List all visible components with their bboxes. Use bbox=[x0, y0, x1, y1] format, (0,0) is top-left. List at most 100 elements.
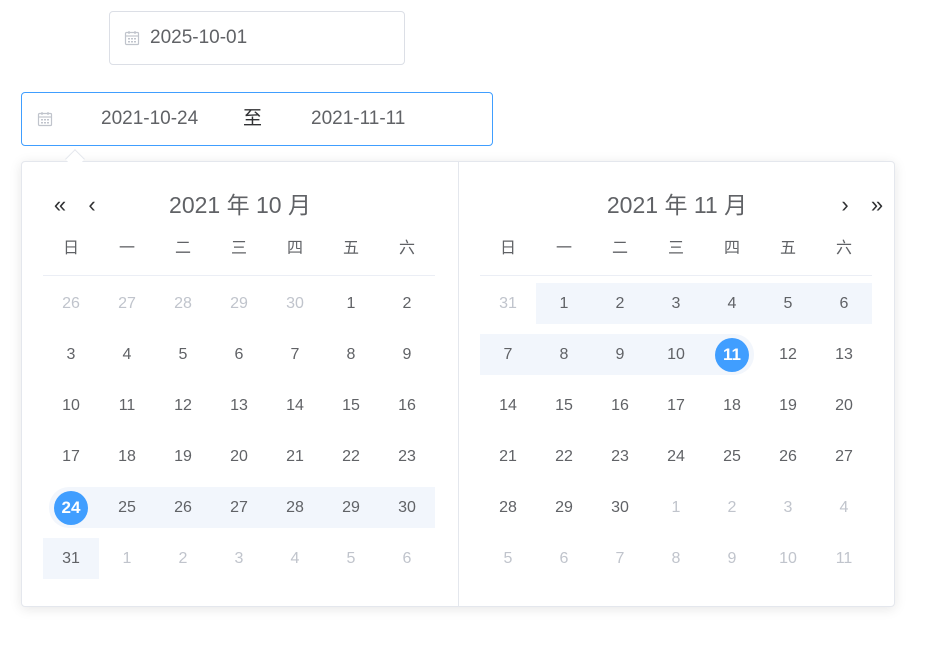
date-cell[interactable]: 14 bbox=[267, 380, 323, 431]
date-cell[interactable]: 1 bbox=[648, 482, 704, 533]
date-cell[interactable]: 31 bbox=[480, 278, 536, 329]
date-cell[interactable]: 14 bbox=[480, 380, 536, 431]
date-cell[interactable]: 21 bbox=[267, 431, 323, 482]
date-cell[interactable]: 8 bbox=[648, 533, 704, 584]
date-cell[interactable]: 22 bbox=[323, 431, 379, 482]
date-cell[interactable]: 5 bbox=[155, 329, 211, 380]
date-cell[interactable]: 15 bbox=[323, 380, 379, 431]
date-number: 2 bbox=[727, 498, 737, 516]
date-cell[interactable]: 26 bbox=[155, 482, 211, 533]
date-cell[interactable]: 26 bbox=[760, 431, 816, 482]
date-cell[interactable]: 21 bbox=[480, 431, 536, 482]
date-cell[interactable]: 4 bbox=[267, 533, 323, 584]
date-cell[interactable]: 1 bbox=[99, 533, 155, 584]
range-start-input[interactable]: 2021-10-24 bbox=[101, 93, 198, 145]
date-range-input[interactable]: 2021-10-24 至 2021-11-11 bbox=[21, 92, 493, 146]
date-cell[interactable]: 17 bbox=[43, 431, 99, 482]
date-cell[interactable]: 28 bbox=[267, 482, 323, 533]
date-input[interactable]: 2025-10-01 bbox=[109, 11, 405, 65]
date-cell[interactable]: 3 bbox=[648, 278, 704, 329]
date-cell[interactable]: 22 bbox=[536, 431, 592, 482]
date-cell[interactable]: 1 bbox=[536, 278, 592, 329]
date-cell[interactable]: 2 bbox=[592, 278, 648, 329]
date-cell[interactable]: 11 bbox=[704, 329, 760, 380]
date-number: 29 bbox=[342, 498, 360, 516]
date-cell[interactable]: 10 bbox=[760, 533, 816, 584]
date-cell[interactable]: 7 bbox=[267, 329, 323, 380]
date-cell[interactable]: 5 bbox=[480, 533, 536, 584]
date-cell[interactable]: 26 bbox=[43, 278, 99, 329]
date-cell[interactable]: 13 bbox=[816, 329, 872, 380]
date-cell[interactable]: 30 bbox=[592, 482, 648, 533]
date-number: 27 bbox=[835, 447, 853, 465]
divider bbox=[43, 275, 435, 276]
date-cell[interactable]: 23 bbox=[379, 431, 435, 482]
date-cell[interactable]: 12 bbox=[155, 380, 211, 431]
range-end-input[interactable]: 2021-11-11 bbox=[311, 93, 405, 145]
date-number: 29 bbox=[555, 498, 573, 516]
date-number: 20 bbox=[835, 396, 853, 414]
date-cell[interactable]: 24 bbox=[648, 431, 704, 482]
date-cell[interactable]: 4 bbox=[816, 482, 872, 533]
date-cell[interactable]: 7 bbox=[480, 329, 536, 380]
date-cell[interactable]: 20 bbox=[211, 431, 267, 482]
date-cell[interactable]: 4 bbox=[704, 278, 760, 329]
date-cell[interactable]: 10 bbox=[43, 380, 99, 431]
date-cell[interactable]: 2 bbox=[704, 482, 760, 533]
date-cell[interactable]: 19 bbox=[760, 380, 816, 431]
date-cell[interactable]: 24 bbox=[43, 482, 99, 533]
date-cell[interactable]: 28 bbox=[155, 278, 211, 329]
date-cell[interactable]: 15 bbox=[536, 380, 592, 431]
date-cell[interactable]: 6 bbox=[816, 278, 872, 329]
date-cell[interactable]: 27 bbox=[816, 431, 872, 482]
date-cell[interactable]: 7 bbox=[592, 533, 648, 584]
date-cell[interactable]: 29 bbox=[536, 482, 592, 533]
date-cell[interactable]: 13 bbox=[211, 380, 267, 431]
date-cell[interactable]: 2 bbox=[379, 278, 435, 329]
date-cell[interactable]: 12 bbox=[760, 329, 816, 380]
date-cell[interactable]: 18 bbox=[99, 431, 155, 482]
date-cell[interactable]: 28 bbox=[480, 482, 536, 533]
date-cell[interactable]: 27 bbox=[211, 482, 267, 533]
date-cell[interactable]: 4 bbox=[99, 329, 155, 380]
date-number: 12 bbox=[174, 396, 192, 414]
date-grid: 26 27 28 29 30 1 2 3 4 5 6 7 8 9 10 11 12 13 14 15 16 17 18 19 2… bbox=[43, 278, 435, 584]
next-month-button[interactable]: › bbox=[833, 190, 857, 220]
date-cell[interactable]: 11 bbox=[816, 533, 872, 584]
next-year-button[interactable]: » bbox=[865, 190, 889, 220]
date-number: 4 bbox=[290, 549, 300, 567]
date-cell[interactable]: 8 bbox=[323, 329, 379, 380]
date-cell[interactable]: 5 bbox=[760, 278, 816, 329]
date-cell[interactable]: 30 bbox=[267, 278, 323, 329]
date-cell[interactable]: 19 bbox=[155, 431, 211, 482]
date-cell[interactable]: 9 bbox=[379, 329, 435, 380]
date-cell[interactable]: 29 bbox=[211, 278, 267, 329]
date-cell[interactable]: 30 bbox=[379, 482, 435, 533]
date-cell[interactable]: 31 bbox=[43, 533, 99, 584]
date-cell[interactable]: 6 bbox=[211, 329, 267, 380]
date-cell[interactable]: 27 bbox=[99, 278, 155, 329]
date-cell[interactable]: 25 bbox=[704, 431, 760, 482]
date-cell[interactable]: 6 bbox=[536, 533, 592, 584]
date-cell[interactable]: 11 bbox=[99, 380, 155, 431]
date-cell[interactable]: 5 bbox=[323, 533, 379, 584]
date-cell[interactable]: 29 bbox=[323, 482, 379, 533]
date-cell[interactable]: 3 bbox=[211, 533, 267, 584]
date-cell[interactable]: 3 bbox=[760, 482, 816, 533]
date-cell[interactable]: 1 bbox=[323, 278, 379, 329]
date-cell[interactable]: 9 bbox=[592, 329, 648, 380]
date-cell[interactable]: 23 bbox=[592, 431, 648, 482]
date-cell[interactable]: 3 bbox=[43, 329, 99, 380]
date-cell[interactable]: 20 bbox=[816, 380, 872, 431]
weekday-label: 六 bbox=[398, 240, 415, 257]
date-cell[interactable]: 16 bbox=[592, 380, 648, 431]
date-cell[interactable]: 25 bbox=[99, 482, 155, 533]
date-cell[interactable]: 18 bbox=[704, 380, 760, 431]
date-cell[interactable]: 9 bbox=[704, 533, 760, 584]
date-cell[interactable]: 2 bbox=[155, 533, 211, 584]
date-cell[interactable]: 17 bbox=[648, 380, 704, 431]
date-cell[interactable]: 16 bbox=[379, 380, 435, 431]
date-cell[interactable]: 6 bbox=[379, 533, 435, 584]
date-cell[interactable]: 8 bbox=[536, 329, 592, 380]
date-cell[interactable]: 10 bbox=[648, 329, 704, 380]
